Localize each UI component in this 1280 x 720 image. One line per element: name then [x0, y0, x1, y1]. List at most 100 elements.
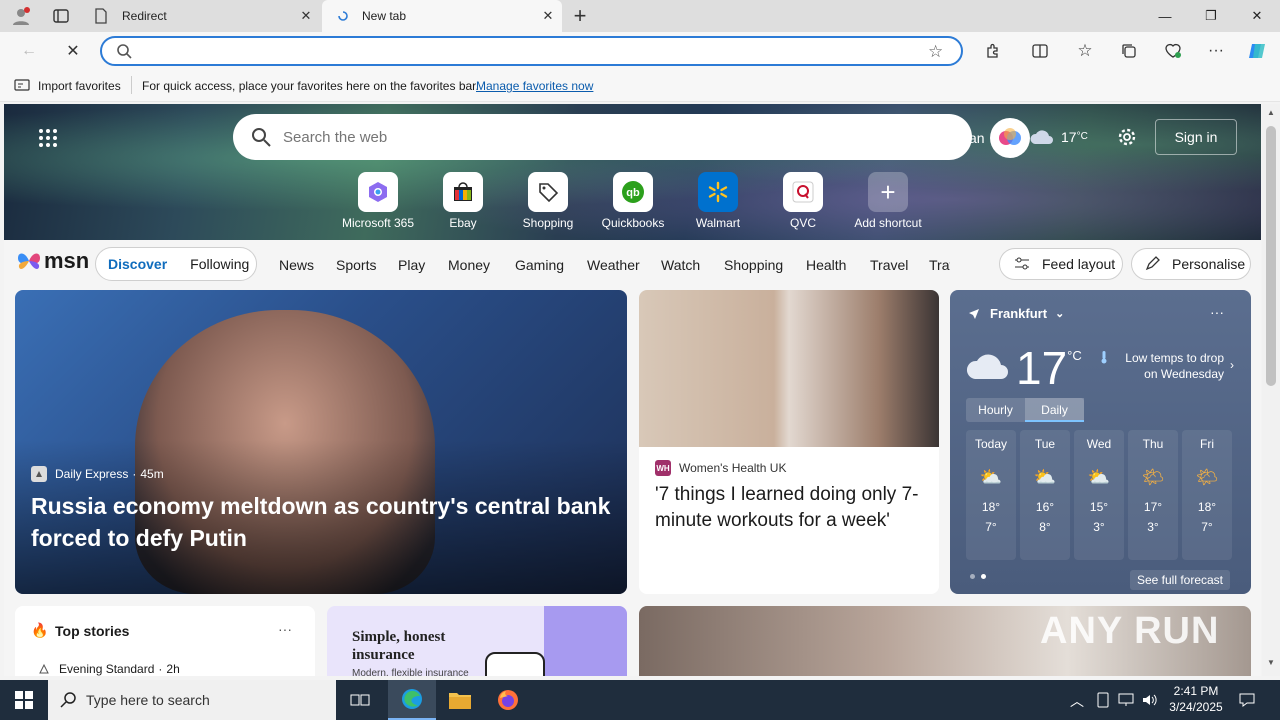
device-icon[interactable] — [1094, 690, 1112, 710]
msn-logo[interactable]: msn — [16, 248, 89, 274]
volume-icon[interactable] — [1140, 690, 1160, 710]
partly-sunny-icon: ⛅ — [979, 467, 1003, 487]
stop-loading-button[interactable]: ✕ — [58, 36, 88, 66]
forecast-day[interactable]: Thu 🌤 17° 3° — [1128, 430, 1178, 560]
nav-overflow[interactable]: Trav — [929, 257, 950, 273]
extensions-icon[interactable] — [980, 38, 1006, 64]
tab-actions-icon[interactable] — [48, 4, 74, 28]
scroll-up-icon[interactable]: ▲ — [1262, 108, 1280, 117]
nav-gaming[interactable]: Gaming — [515, 257, 564, 273]
hero-article-card[interactable]: Daily Express · 45m Russia economy meltd… — [15, 290, 627, 594]
feed-tabs: Discover Following — [95, 247, 257, 281]
shortcut-walmart[interactable]: Walmart — [673, 172, 763, 230]
weather-card[interactable]: Frankfurt ⌄ ··· 17 °C Low temps to drop … — [950, 290, 1251, 594]
more-menu-icon[interactable]: ··· — [1203, 38, 1229, 64]
nav-money[interactable]: Money — [448, 257, 490, 273]
task-view-icon[interactable] — [340, 680, 380, 720]
header-weather[interactable]: 17 °C — [1061, 129, 1088, 145]
tab-daily[interactable]: Daily — [1025, 398, 1084, 422]
collections-icon[interactable] — [1116, 38, 1142, 64]
nav-play[interactable]: Play — [398, 257, 425, 273]
new-tab-button[interactable]: + — [566, 2, 594, 30]
low-temp: 3° — [1147, 520, 1159, 534]
taskbar-search[interactable]: Type here to search — [48, 680, 336, 720]
minimize-button[interactable]: — — [1142, 0, 1188, 32]
windows-start-icon[interactable] — [0, 680, 48, 720]
firefox-icon[interactable] — [484, 680, 532, 720]
nav-news[interactable]: News — [279, 257, 314, 273]
favorite-star-icon[interactable]: ☆ — [928, 42, 943, 62]
forecast-day[interactable]: Tue ⛅ 16° 8° — [1020, 430, 1070, 560]
carousel-dots[interactable] — [970, 574, 986, 579]
high-temp: 18° — [981, 500, 1001, 514]
see-full-forecast-link[interactable]: See full forecast — [1130, 570, 1230, 590]
tab-new-tab[interactable]: New tab ✕ — [322, 0, 562, 32]
close-tab-icon[interactable]: ✕ — [292, 8, 320, 24]
browser-essentials-icon[interactable] — [1160, 38, 1186, 64]
weather-location[interactable]: Frankfurt ⌄ — [968, 306, 1064, 321]
forecast-day[interactable]: Today ⛅ 18° 7° — [966, 430, 1016, 560]
more-options-icon[interactable]: ··· — [1210, 304, 1224, 320]
tab-following[interactable]: Following — [190, 256, 249, 272]
feed-layout-button[interactable]: Feed layout — [999, 248, 1123, 280]
nav-shopping[interactable]: Shopping — [724, 257, 783, 273]
file-explorer-icon[interactable] — [436, 680, 484, 720]
nav-watch[interactable]: Watch — [661, 257, 700, 273]
location-name: Frankfurt — [990, 306, 1048, 321]
notifications-icon[interactable] — [1236, 690, 1258, 710]
settings-gear-icon[interactable] — [1114, 124, 1140, 150]
article-photo — [639, 290, 939, 447]
close-window-button[interactable]: ✕ — [1234, 0, 1280, 32]
scrollbar-thumb[interactable] — [1266, 126, 1276, 386]
article-card[interactable]: WH Women's Health UK '7 things I learned… — [639, 290, 939, 594]
show-hidden-icons[interactable]: ︿ — [1070, 691, 1084, 711]
copilot-icon[interactable] — [1244, 38, 1272, 64]
network-icon[interactable] — [1117, 690, 1135, 710]
back-button[interactable]: ← — [14, 36, 44, 66]
shortcut-label: Shopping — [522, 216, 574, 230]
manage-favorites-link[interactable]: Manage favorites now — [476, 79, 593, 93]
publisher-logo-icon — [31, 466, 47, 482]
tab-title: Redirect — [122, 9, 167, 23]
article-headline[interactable]: Russia economy meltdown as country's cen… — [31, 490, 621, 554]
web-search-input[interactable] — [283, 128, 883, 146]
shortcut-microsoft-365[interactable]: Microsoft 365 — [333, 172, 423, 230]
ad-card[interactable]: Simple, honest insurance Modern, flexibl… — [327, 606, 627, 676]
copilot-badge-icon[interactable] — [990, 118, 1030, 158]
profile-icon[interactable] — [8, 4, 34, 28]
tab-redirect[interactable]: Redirect ✕ — [84, 0, 320, 32]
forecast-day[interactable]: Wed ⛅ 15° 3° — [1074, 430, 1124, 560]
more-options-icon[interactable]: ··· — [278, 621, 292, 637]
taskbar: Type here to search ︿ 2:41 PM 3/24/2025 — [0, 680, 1280, 720]
publisher-logo-icon: WH — [655, 460, 671, 476]
nav-weather[interactable]: Weather — [587, 257, 640, 273]
shortcut-qvc[interactable]: QVC — [758, 172, 848, 230]
add-shortcut-button[interactable]: + Add shortcut — [843, 172, 933, 230]
clock[interactable]: 2:41 PM 3/24/2025 — [1164, 683, 1228, 715]
shortcut-ebay[interactable]: Ebay — [418, 172, 508, 230]
scroll-down-icon[interactable]: ▼ — [1262, 658, 1280, 667]
nav-sports[interactable]: Sports — [336, 257, 376, 273]
edge-taskbar-icon[interactable] — [388, 680, 436, 720]
address-input[interactable] — [148, 43, 908, 61]
article-headline[interactable]: '7 things I learned doing only 7-minute … — [655, 482, 930, 534]
app-launcher-icon[interactable] — [34, 124, 62, 152]
weather-alert[interactable]: Low temps to drop on Wednesday › — [1100, 350, 1234, 382]
web-search-box[interactable] — [233, 114, 972, 160]
personalise-button[interactable]: Personalise — [1131, 248, 1251, 280]
tab-hourly[interactable]: Hourly — [966, 398, 1025, 422]
shortcut-shopping[interactable]: Shopping — [503, 172, 593, 230]
close-tab-icon[interactable]: ✕ — [534, 8, 562, 24]
split-screen-icon[interactable] — [1027, 38, 1053, 64]
nav-travel[interactable]: Travel — [870, 257, 908, 273]
tab-discover[interactable]: Discover — [108, 256, 167, 272]
scrollbar[interactable]: ▲ ▼ — [1262, 104, 1280, 676]
address-bar[interactable]: ☆ — [100, 36, 963, 66]
shortcut-quickbooks[interactable]: qb Quickbooks — [588, 172, 678, 230]
nav-health[interactable]: Health — [806, 257, 846, 273]
import-favorites-button[interactable]: Import favorites — [38, 79, 121, 93]
sign-in-button[interactable]: Sign in — [1155, 119, 1237, 155]
favorites-icon[interactable]: ☆ — [1072, 38, 1098, 64]
restore-button[interactable]: ❐ — [1188, 0, 1234, 32]
forecast-day[interactable]: Fri 🌤 18° 7° — [1182, 430, 1232, 560]
